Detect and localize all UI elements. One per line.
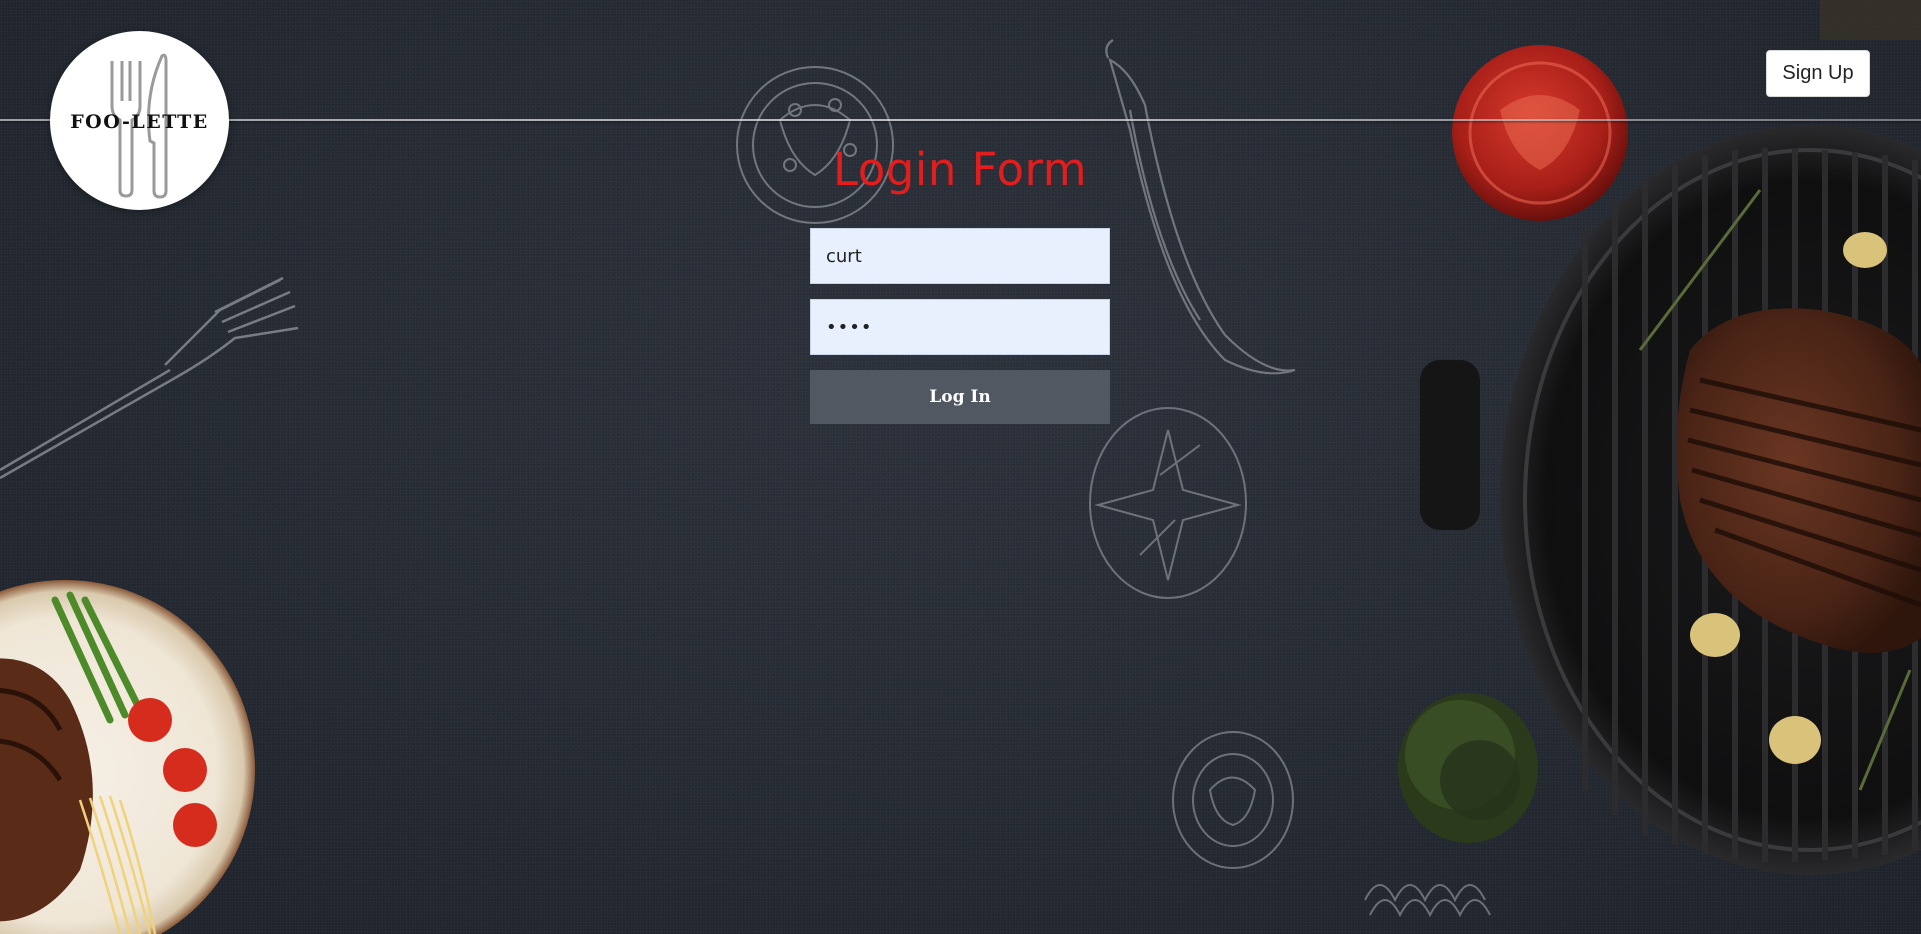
sketch-herb-circle-icon: [1089, 407, 1247, 599]
login-button[interactable]: Log In: [810, 370, 1110, 424]
grill-pan-image: [1420, 125, 1921, 875]
tomato-half-image: [1452, 45, 1628, 221]
brand-logo[interactable]: FOO-LETTE: [50, 31, 229, 210]
sketch-fork-icon: [0, 276, 299, 480]
sketch-chili-icon: [1105, 39, 1296, 375]
login-form: Login Form Log In: [810, 140, 1110, 424]
password-input[interactable]: [810, 299, 1110, 355]
signup-button[interactable]: Sign Up: [1766, 50, 1870, 97]
herb-pile-image: [1398, 693, 1538, 843]
header-divider: [0, 119, 1921, 121]
food-plate-image: [0, 580, 255, 934]
username-input[interactable]: [810, 228, 1110, 284]
sketch-pasta-icon: [1364, 884, 1491, 918]
sketch-onion-icon: [1172, 731, 1294, 869]
login-form-title: Login Form: [832, 143, 1088, 196]
brand-name: FOO-LETTE: [70, 111, 209, 133]
